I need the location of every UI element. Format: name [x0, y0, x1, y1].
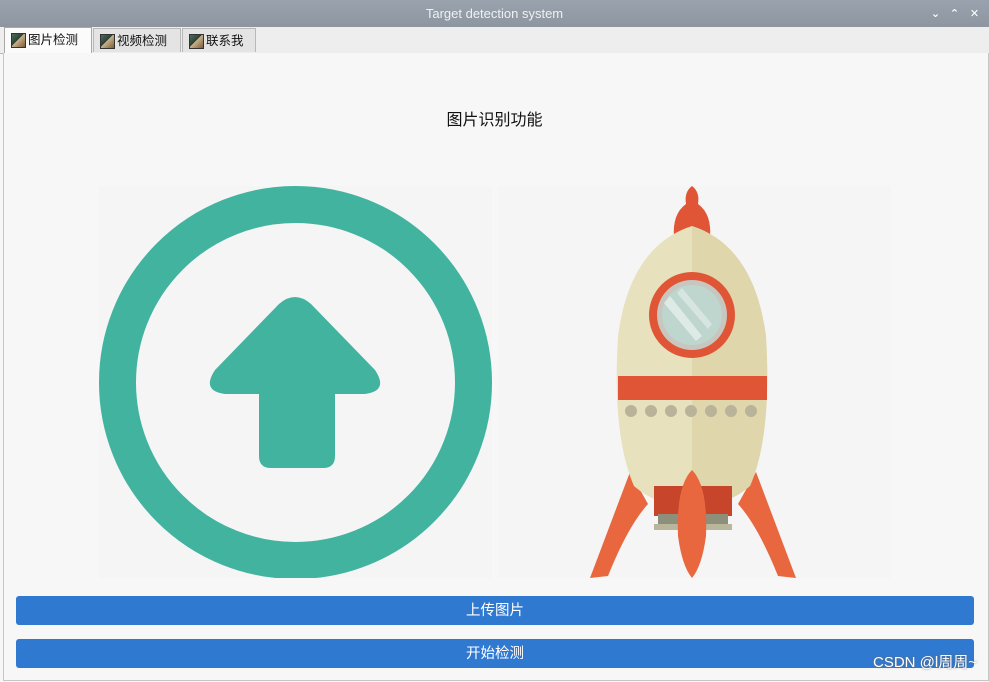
start-detection-button[interactable]: 开始检测 [16, 639, 974, 668]
maximize-button[interactable]: ⌃ [946, 5, 963, 22]
title-bar[interactable]: Target detection system ⌄ ⌃ ✕ [0, 0, 989, 28]
page-title: 图片识别功能 [446, 110, 543, 129]
upload-image-area [99, 186, 492, 578]
tab-bar: 图片检测 视频检测 联系我 [0, 27, 989, 54]
tab-image-detection[interactable]: 图片检测 [4, 27, 92, 53]
minimize-button[interactable]: ⌄ [927, 5, 944, 22]
upload-icon [99, 186, 492, 578]
upload-image-button[interactable]: 上传图片 [16, 596, 974, 625]
close-button[interactable]: ✕ [966, 5, 983, 22]
tab-label: 联系我 [206, 33, 244, 48]
tab-image-icon [189, 34, 204, 49]
tab-label: 视频检测 [117, 33, 168, 48]
watermark: CSDN @l周周~ [873, 654, 977, 671]
tab-image-icon [100, 34, 115, 49]
rocket-image-area [498, 186, 891, 578]
tab-contact[interactable]: 联系我 [182, 28, 256, 52]
tab-video-detection[interactable]: 视频检测 [93, 28, 181, 52]
window-title: Target detection system [425, 6, 564, 21]
app-window: Target detection system ⌄ ⌃ ✕ 图片检测 视频检测 … [0, 0, 989, 682]
tab-label: 图片检测 [28, 32, 79, 47]
tab-image-icon [11, 33, 26, 48]
rocket-illustration [590, 186, 796, 578]
